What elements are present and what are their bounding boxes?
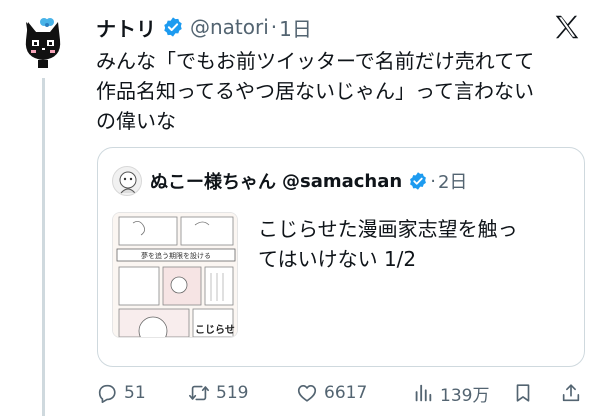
manga-page-image: 夢を追う期限を設ける こじらせ [113,213,237,337]
action-bar: 51 519 6617 139万 [96,378,586,408]
separator-dot: · [270,15,278,39]
reply-button[interactable]: 51 [96,378,146,408]
tweet-header: ナトリ @natori · 1日 [96,12,312,42]
retweet-button[interactable]: 519 [188,378,248,408]
manga-avatar-icon [119,171,137,194]
avatar[interactable] [12,10,74,72]
like-count: 6617 [324,383,368,403]
views-button[interactable]: 139万 [412,378,489,408]
tweet-text-line: 作品名知ってるやつ居ないじゃん」って言わない [96,79,534,103]
x-logo-icon[interactable] [552,12,582,42]
author-name[interactable]: ナトリ [96,13,156,42]
share-button[interactable] [560,378,582,408]
separator-dot: · [430,170,436,192]
share-icon [562,384,580,402]
author-handle[interactable]: @natori [190,15,269,39]
cat-avatar-icon [25,18,61,68]
bookmark-icon [516,384,530,402]
quoted-author-handle[interactable]: @samachan [282,171,402,192]
quoted-header: ぬこー様ちゃん @samachan · 2日 [112,166,467,196]
quoted-text-line: てはいけない 1/2 [258,247,417,271]
bookmark-button[interactable] [512,378,534,408]
verified-icon [164,17,182,37]
reply-count: 51 [124,383,146,403]
quoted-text: こじらせた漫画家志望を触っ てはいけない 1/2 [258,214,578,274]
like-button[interactable]: 6617 [296,378,367,408]
verified-icon [410,172,427,190]
tweet-time[interactable]: 1日 [279,13,312,42]
retweet-count: 519 [216,383,249,403]
tweet-text: みんな「でもお前ツイッターで名前だけ売れてて 作品名知ってるやつ居ないじゃん」っ… [96,46,592,136]
reply-icon [98,384,116,403]
bottom-caption: こじらせ [195,324,235,336]
retweet-icon [189,385,209,401]
manga-thumbnail[interactable]: 夢を追う期限を設ける こじらせ [112,212,238,338]
views-count: 139万 [440,385,490,406]
quoted-time[interactable]: 2日 [438,168,467,194]
like-icon [297,385,317,402]
panel-caption: 夢を追う期限を設ける [141,251,211,260]
quoted-tweet[interactable]: ぬこー様ちゃん @samachan · 2日 夢を追う期限を設ける こじらせ こ… [97,147,585,367]
tweet-text-line: みんな「でもお前ツイッターで名前だけ売れてて [96,49,535,73]
quoted-avatar [112,166,142,196]
thread-line [42,78,45,416]
views-icon [415,384,432,402]
tweet-text-line: の偉いな [96,109,176,133]
quoted-text-line: こじらせた漫画家志望を触っ [258,217,518,241]
quoted-author-name[interactable]: ぬこー様ちゃん [150,168,276,194]
